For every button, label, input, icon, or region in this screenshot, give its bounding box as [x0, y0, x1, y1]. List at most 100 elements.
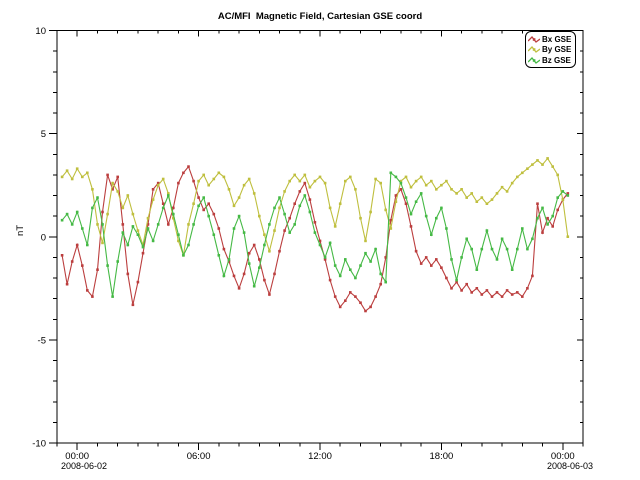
data-point: [319, 244, 322, 247]
data-point: [132, 304, 135, 307]
data-point: [147, 227, 150, 230]
data-point: [420, 262, 423, 265]
data-point: [299, 190, 302, 193]
data-point: [177, 182, 180, 185]
legend-box: Bx GSE By GSE Bz GSE: [525, 31, 576, 68]
data-point: [324, 182, 327, 185]
data-point: [127, 194, 130, 197]
data-point: [445, 180, 448, 183]
data-point: [283, 229, 286, 232]
data-point: [410, 186, 413, 189]
data-point: [223, 248, 226, 251]
data-point: [238, 287, 241, 290]
data-point: [243, 184, 246, 187]
data-point: [314, 221, 317, 224]
data-point: [541, 207, 544, 210]
data-point: [116, 176, 119, 179]
data-point: [293, 174, 296, 177]
data-point: [410, 225, 413, 228]
data-point: [435, 258, 438, 261]
data-point: [192, 202, 195, 205]
data-point: [228, 258, 231, 261]
data-point: [218, 254, 221, 257]
data-point: [415, 200, 418, 203]
data-point: [339, 275, 342, 278]
data-point: [476, 287, 479, 290]
data-point: [486, 289, 489, 292]
data-point: [551, 225, 554, 228]
x-tick-label: 18:00: [430, 451, 454, 462]
data-point: [157, 184, 160, 187]
data-point: [304, 174, 307, 177]
data-point: [116, 190, 119, 193]
data-point: [202, 174, 205, 177]
data-point: [556, 209, 559, 212]
data-point: [293, 202, 296, 205]
data-point: [420, 176, 423, 179]
series-line-by: [62, 158, 568, 255]
data-point: [182, 172, 185, 175]
data-point: [556, 196, 559, 199]
data-point: [304, 194, 307, 197]
data-point: [476, 200, 479, 203]
data-point: [86, 289, 89, 292]
data-point: [496, 258, 499, 261]
legend-line-sample-bx: [528, 35, 540, 44]
data-point: [450, 188, 453, 191]
x-axis-start-date: 2008-06-02: [61, 461, 107, 471]
data-point: [233, 275, 236, 278]
data-point: [248, 178, 251, 181]
data-point: [111, 182, 114, 185]
data-point: [137, 229, 140, 232]
data-point: [531, 275, 534, 278]
data-point: [405, 202, 408, 205]
data-point: [344, 299, 347, 302]
data-point: [486, 229, 489, 232]
data-point: [152, 188, 155, 191]
legend-line-sample-bz: [528, 56, 540, 65]
data-point: [465, 196, 468, 199]
data-point: [354, 277, 357, 280]
data-point: [551, 215, 554, 218]
data-point: [202, 196, 205, 199]
data-point: [344, 258, 347, 261]
data-point: [364, 240, 367, 243]
data-point: [162, 207, 165, 210]
data-point: [187, 244, 190, 247]
data-point: [76, 244, 79, 247]
data-point: [334, 225, 337, 228]
chart-canvas: 00:0006:0012:0018:0000:001050-5-10: [0, 0, 640, 480]
data-point: [379, 182, 382, 185]
data-point: [440, 184, 443, 187]
data-point: [470, 192, 473, 195]
data-point: [521, 295, 524, 298]
data-point: [359, 264, 362, 267]
data-point: [329, 207, 332, 210]
data-point: [551, 165, 554, 168]
data-point: [268, 223, 271, 226]
data-point: [106, 213, 109, 216]
data-point: [501, 238, 504, 241]
data-point: [440, 207, 443, 210]
data-point: [379, 283, 382, 286]
data-point: [132, 225, 135, 228]
data-point: [71, 178, 74, 181]
data-point: [440, 266, 443, 269]
x-axis-end-date: 2008-06-03: [547, 461, 593, 471]
data-point: [207, 215, 210, 218]
data-point: [142, 246, 145, 249]
data-point: [491, 198, 494, 201]
data-point: [400, 188, 403, 191]
data-point: [192, 223, 195, 226]
data-point: [465, 283, 468, 286]
data-point: [496, 291, 499, 294]
data-point: [349, 291, 352, 294]
data-point: [223, 176, 226, 179]
data-point: [197, 180, 200, 183]
data-point: [268, 250, 271, 253]
data-point: [460, 256, 463, 259]
series-by: [61, 157, 569, 257]
data-point: [405, 196, 408, 199]
data-point: [395, 176, 398, 179]
data-point: [465, 238, 468, 241]
